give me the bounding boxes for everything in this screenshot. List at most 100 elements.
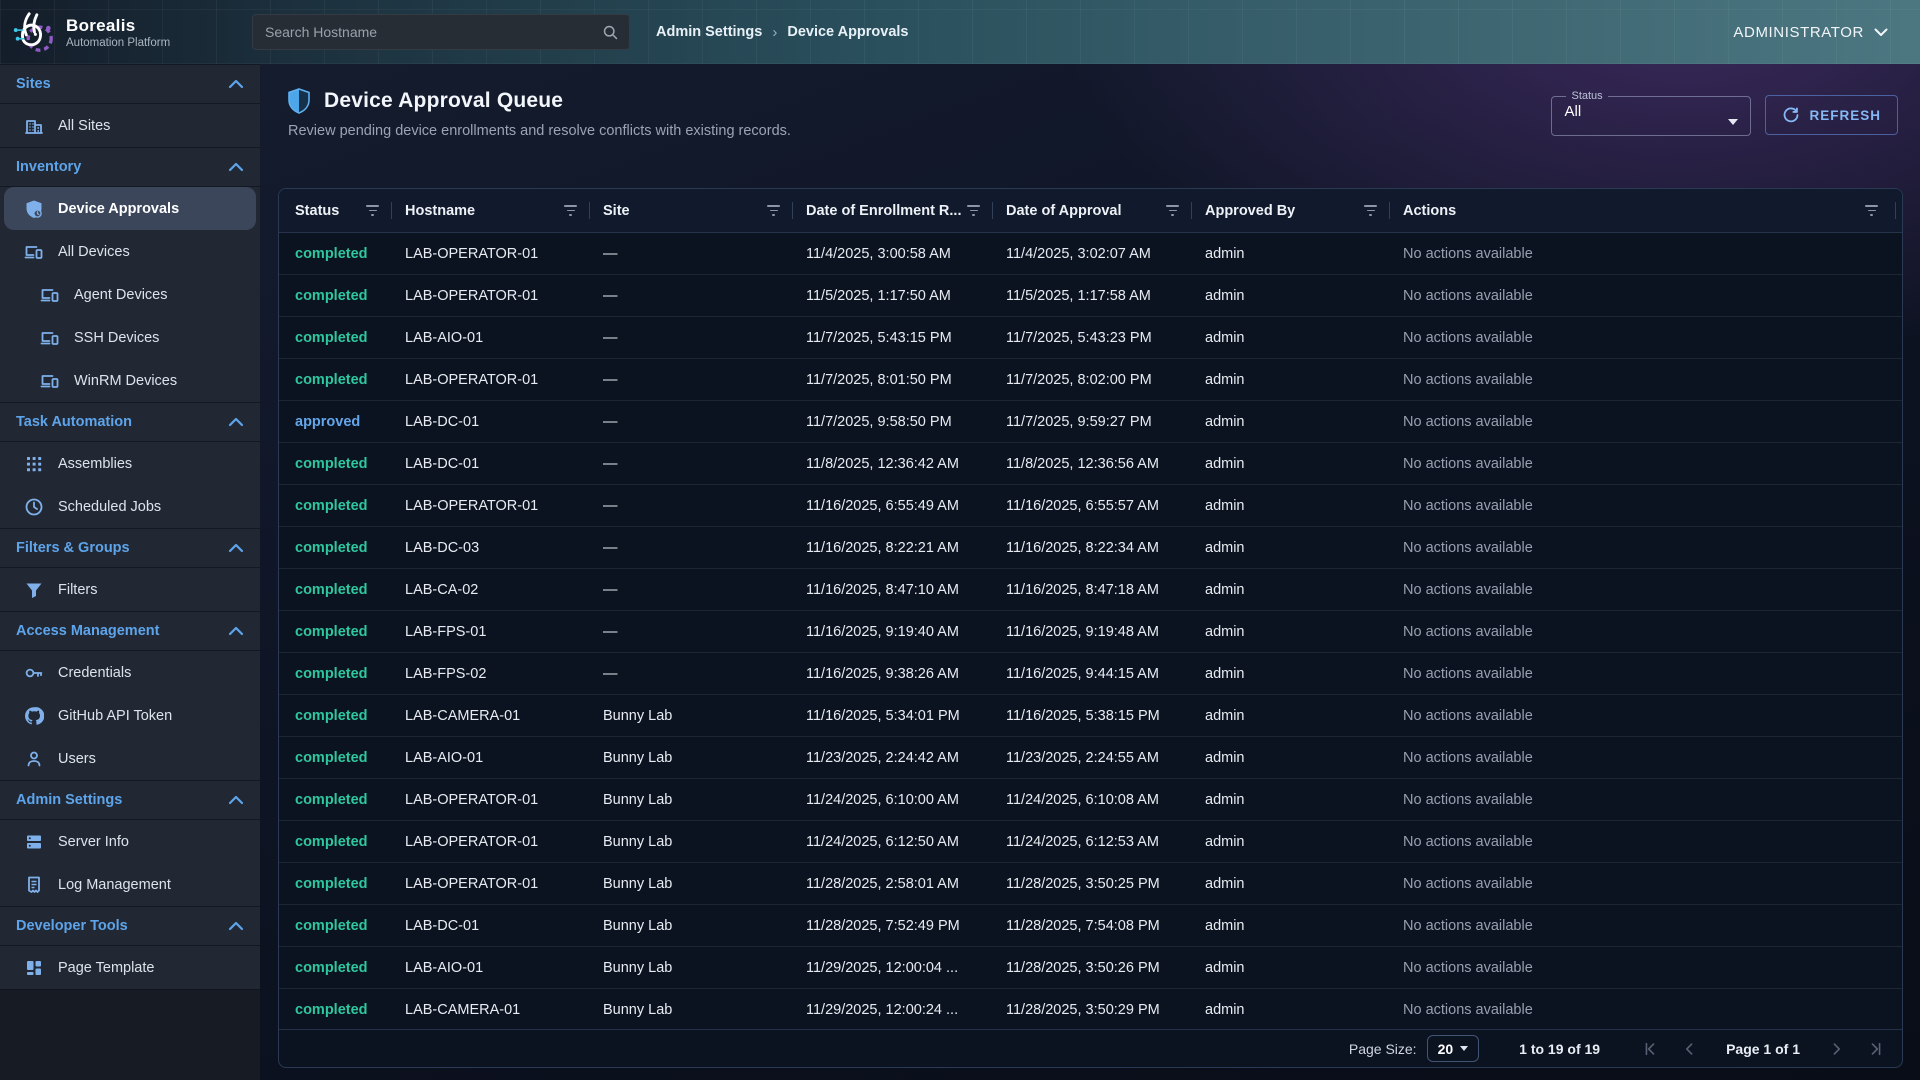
enrollment-date-cell: 11/16/2025, 6:55:49 AM bbox=[806, 498, 1006, 514]
table-row[interactable]: completed LAB-OPERATOR-01 Bunny Lab 11/2… bbox=[279, 779, 1902, 821]
previous-page-icon[interactable] bbox=[1682, 1041, 1696, 1057]
sidebar-item-github-api-token[interactable]: GitHub API Token bbox=[0, 694, 260, 737]
sidebar-section-filters-groups[interactable]: Filters & Groups bbox=[0, 528, 260, 568]
brand: Borealis Automation Platform bbox=[0, 9, 250, 55]
approval-date-cell: 11/7/2025, 9:59:27 PM bbox=[1006, 414, 1205, 430]
enrollment-date-cell: 11/8/2025, 12:36:42 AM bbox=[806, 456, 1006, 472]
status-cell: completed bbox=[295, 918, 405, 934]
table-row[interactable]: completed LAB-CA-02 — 11/16/2025, 8:47:1… bbox=[279, 569, 1902, 611]
filter-icon[interactable] bbox=[1865, 205, 1878, 215]
devices-icon bbox=[40, 285, 60, 305]
sidebar-section-sites[interactable]: Sites bbox=[0, 64, 260, 104]
table-row[interactable]: completed LAB-OPERATOR-01 — 11/4/2025, 3… bbox=[279, 233, 1902, 275]
column-header-enrollment-date[interactable]: Date of Enrollment R... bbox=[806, 189, 1006, 232]
search-icon[interactable] bbox=[602, 24, 619, 41]
actions-cell: No actions available bbox=[1403, 498, 1902, 514]
user-menu[interactable]: ADMINISTRATOR bbox=[1733, 24, 1888, 41]
hostname-cell: LAB-OPERATOR-01 bbox=[405, 834, 603, 850]
sidebar-item-winrm-devices[interactable]: WinRM Devices bbox=[0, 359, 260, 402]
column-header-hostname[interactable]: Hostname bbox=[405, 189, 603, 232]
table-row[interactable]: completed LAB-FPS-01 — 11/16/2025, 9:19:… bbox=[279, 611, 1902, 653]
table-row[interactable]: completed LAB-CAMERA-01 Bunny Lab 11/29/… bbox=[279, 989, 1902, 1029]
table-row[interactable]: completed LAB-OPERATOR-01 — 11/5/2025, 1… bbox=[279, 275, 1902, 317]
sidebar-item-device-approvals[interactable]: Device Approvals bbox=[4, 187, 256, 230]
filter-icon[interactable] bbox=[1166, 205, 1179, 215]
status-filter-select[interactable]: Status All bbox=[1551, 90, 1751, 136]
sidebar-item-scheduled-jobs[interactable]: Scheduled Jobs bbox=[0, 485, 260, 528]
sidebar-item-credentials[interactable]: Credentials bbox=[0, 651, 260, 694]
sidebar-item-all-devices[interactable]: All Devices bbox=[0, 230, 260, 273]
approval-date-cell: 11/16/2025, 8:47:18 AM bbox=[1006, 582, 1205, 598]
sidebar-item-ssh-devices[interactable]: SSH Devices bbox=[0, 316, 260, 359]
sidebar-item-label: Filters bbox=[58, 582, 97, 598]
sidebar-item-agent-devices[interactable]: Agent Devices bbox=[0, 273, 260, 316]
last-page-icon[interactable] bbox=[1868, 1041, 1884, 1057]
filter-icon[interactable] bbox=[366, 205, 379, 215]
sidebar-item-page-template[interactable]: Page Template bbox=[0, 946, 260, 989]
column-header-actions[interactable]: Actions bbox=[1403, 189, 1902, 232]
grid-icon bbox=[24, 454, 44, 474]
table-row[interactable]: completed LAB-OPERATOR-01 Bunny Lab 11/2… bbox=[279, 863, 1902, 905]
approved-by-cell: admin bbox=[1205, 1002, 1403, 1018]
refresh-button[interactable]: REFRESH bbox=[1765, 95, 1898, 135]
sidebar-section-task-automation[interactable]: Task Automation bbox=[0, 402, 260, 442]
table-row[interactable]: completed LAB-FPS-02 — 11/16/2025, 9:38:… bbox=[279, 653, 1902, 695]
sidebar-section-inventory[interactable]: Inventory bbox=[0, 147, 260, 187]
table-row[interactable]: completed LAB-DC-01 — 11/8/2025, 12:36:4… bbox=[279, 443, 1902, 485]
table-row[interactable]: completed LAB-AIO-01 — 11/7/2025, 5:43:1… bbox=[279, 317, 1902, 359]
table-row[interactable]: completed LAB-CAMERA-01 Bunny Lab 11/16/… bbox=[279, 695, 1902, 737]
page-size-select[interactable]: 20 bbox=[1427, 1035, 1480, 1062]
sidebar-item-log-management[interactable]: Log Management bbox=[0, 863, 260, 906]
sidebar-item-label: Agent Devices bbox=[74, 287, 168, 303]
status-cell: completed bbox=[295, 750, 405, 766]
breadcrumb-device-approvals[interactable]: Device Approvals bbox=[787, 24, 908, 40]
funnel-icon bbox=[24, 580, 44, 600]
approval-table: Status Hostname Site Date of Enrollment … bbox=[278, 188, 1903, 1068]
enrollment-date-cell: 11/16/2025, 5:34:01 PM bbox=[806, 708, 1006, 724]
sidebar-item-users[interactable]: Users bbox=[0, 737, 260, 780]
table-body: completed LAB-OPERATOR-01 — 11/4/2025, 3… bbox=[279, 233, 1902, 1029]
sidebar-section-label: Developer Tools bbox=[16, 918, 128, 934]
filter-icon[interactable] bbox=[1364, 205, 1377, 215]
search-input[interactable] bbox=[265, 24, 602, 40]
approved-by-cell: admin bbox=[1205, 792, 1403, 808]
table-row[interactable]: completed LAB-AIO-01 Bunny Lab 11/29/202… bbox=[279, 947, 1902, 989]
status-cell: completed bbox=[295, 666, 405, 682]
sidebar-section-access-management[interactable]: Access Management bbox=[0, 611, 260, 651]
approval-date-cell: 11/4/2025, 3:02:07 AM bbox=[1006, 246, 1205, 262]
table-row[interactable]: completed LAB-OPERATOR-01 — 11/7/2025, 8… bbox=[279, 359, 1902, 401]
site-cell: — bbox=[603, 624, 806, 640]
filter-icon[interactable] bbox=[564, 205, 577, 215]
table-row[interactable]: completed LAB-DC-03 — 11/16/2025, 8:22:2… bbox=[279, 527, 1902, 569]
column-header-status[interactable]: Status bbox=[295, 189, 405, 232]
sidebar-item-assemblies[interactable]: Assemblies bbox=[0, 442, 260, 485]
column-header-approval-date[interactable]: Date of Approval bbox=[1006, 189, 1205, 232]
user-menu-label: ADMINISTRATOR bbox=[1733, 24, 1864, 41]
enrollment-date-cell: 11/24/2025, 6:10:00 AM bbox=[806, 792, 1006, 808]
table-row[interactable]: approved LAB-DC-01 — 11/7/2025, 9:58:50 … bbox=[279, 401, 1902, 443]
table-row[interactable]: completed LAB-OPERATOR-01 Bunny Lab 11/2… bbox=[279, 821, 1902, 863]
sidebar-item-all-sites[interactable]: All Sites bbox=[0, 104, 260, 147]
filter-icon[interactable] bbox=[967, 205, 980, 215]
table-row[interactable]: completed LAB-OPERATOR-01 — 11/16/2025, … bbox=[279, 485, 1902, 527]
breadcrumb-admin-settings[interactable]: Admin Settings bbox=[656, 24, 762, 40]
status-cell: completed bbox=[295, 246, 405, 262]
filter-icon[interactable] bbox=[767, 205, 780, 215]
sidebar-item-label: Server Info bbox=[58, 834, 129, 850]
hostname-cell: LAB-OPERATOR-01 bbox=[405, 792, 603, 808]
hostname-cell: LAB-CA-02 bbox=[405, 582, 603, 598]
status-cell: completed bbox=[295, 1002, 405, 1018]
next-page-icon[interactable] bbox=[1830, 1041, 1844, 1057]
table-row[interactable]: completed LAB-AIO-01 Bunny Lab 11/23/202… bbox=[279, 737, 1902, 779]
first-page-icon[interactable] bbox=[1642, 1041, 1658, 1057]
sidebar-item-server-info[interactable]: Server Info bbox=[0, 820, 260, 863]
sidebar-section-developer-tools[interactable]: Developer Tools bbox=[0, 906, 260, 946]
table-row[interactable]: completed LAB-DC-01 Bunny Lab 11/28/2025… bbox=[279, 905, 1902, 947]
hostname-cell: LAB-OPERATOR-01 bbox=[405, 288, 603, 304]
column-header-site[interactable]: Site bbox=[603, 189, 806, 232]
approval-date-cell: 11/24/2025, 6:10:08 AM bbox=[1006, 792, 1205, 808]
search-box[interactable] bbox=[252, 14, 630, 50]
sidebar-item-filters[interactable]: Filters bbox=[0, 568, 260, 611]
column-header-approved-by[interactable]: Approved By bbox=[1205, 189, 1403, 232]
sidebar-section-admin-settings[interactable]: Admin Settings bbox=[0, 780, 260, 820]
